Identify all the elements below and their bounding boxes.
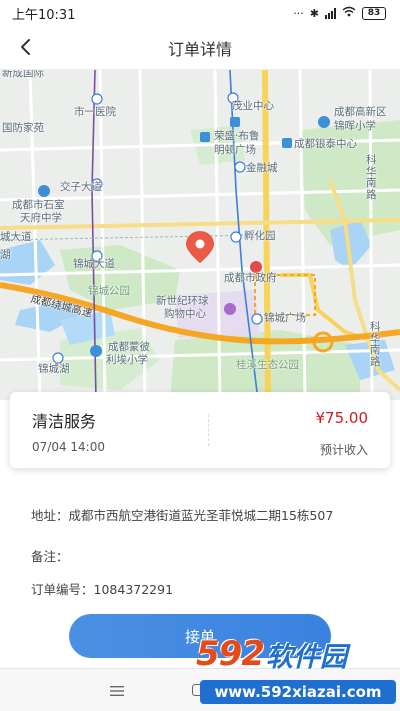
system-navigation-bar [0,668,400,711]
map-label: 锦城公园 [88,285,130,297]
note-label: 备注： [31,549,69,564]
status-time: 上午10:31 [12,7,76,23]
note-row: 备注： [31,549,371,565]
map-label: 茂业中心 [232,100,274,112]
map-label: 科华南路 [366,154,377,201]
map-label: 新世纪环球 [156,295,209,307]
mall-marker [224,303,236,315]
address-row: 地址： 成都市西航空港街道蓝光圣菲悦城二期15栋507 [31,508,371,524]
battery-icon: 83 [362,6,386,20]
home-icon[interactable] [192,684,204,696]
map-label: 利埃小学 [106,354,148,366]
page-title: 订单详情 [167,39,232,59]
status-bar: 上午10:31 ··· ✱ 83 [0,0,400,26]
order-details: 地址： 成都市西航空港街道蓝光圣菲悦城二期15栋507 备注： 订单编号： 10… [31,508,371,598]
school-marker-1 [38,185,50,197]
map-label: 荣盛·布鲁 [214,130,260,142]
map-label: 天府中学 [20,212,62,224]
map-label: 市一医院 [74,106,116,118]
building-marker-2 [282,138,292,148]
map-label: 湖 [0,249,11,261]
map-label: 桂溪生态公园 [236,359,299,371]
map-label: 成都高新区 [334,106,387,118]
map-label: 成都市政府 [224,272,277,284]
map-label: 城大道 [0,231,32,243]
map-label: 成都市石室 [12,199,65,211]
cellular-signal-icon [325,7,336,19]
bluetooth-icon: ✱ [309,6,319,20]
order-number-row: 订单编号： 1084372291 [31,582,371,598]
address-value: 成都市西航空港街道蓝光圣菲悦城二期15栋507 [68,508,334,523]
map-label: 锦城大道 [73,258,115,270]
service-time: 07/04 14:00 [32,440,105,454]
map-label: 购物中心 [164,308,206,320]
map-label: 金融城 [246,162,278,174]
map-label: 交子大道 [60,181,102,193]
more-dots-icon: ··· [293,6,304,20]
nav-bar: 订单详情 [0,26,400,70]
map-label: 科华南路 [370,321,381,368]
map-label: 锦城广场 [264,312,306,324]
order-location-map[interactable]: 新成国际 市一医院 茂业中心 成都高新区 锦晖小学 国防家苑 荣盛·布鲁 明顿广… [0,70,400,400]
order-number-value: 1084372291 [93,582,174,597]
income-label: 预计收入 [319,443,368,457]
school-marker-3 [90,345,102,357]
building-marker-3 [230,117,240,127]
map-label: 新成国际 [2,70,44,79]
menu-icon[interactable] [110,685,124,697]
map-label: 孵化园 [244,230,276,242]
school-marker-2 [318,116,330,128]
map-label: 成都银泰中心 [294,138,357,150]
order-price: ¥75.00 [315,409,369,427]
card-divider [208,414,209,446]
order-number-label: 订单编号： [31,582,94,597]
order-summary-card: 清洁服务 07/04 14:00 ¥75.00 预计收入 [10,392,390,468]
accept-order-button[interactable]: 接单 [69,614,331,658]
service-name: 清洁服务 [32,412,97,431]
map-label: 明顿广场 [214,144,256,156]
building-marker-1 [200,132,210,142]
back-arrow-icon[interactable] [14,35,38,59]
wifi-icon [342,6,356,20]
map-label: 锦城湖 [38,363,70,375]
address-label: 地址： [31,508,69,523]
map-label: 锦晖小学 [334,120,376,132]
map-label: 成都蒙彼 [108,341,150,353]
status-icons: ··· ✱ 83 [293,6,386,20]
map-label: 国防家苑 [2,122,44,134]
